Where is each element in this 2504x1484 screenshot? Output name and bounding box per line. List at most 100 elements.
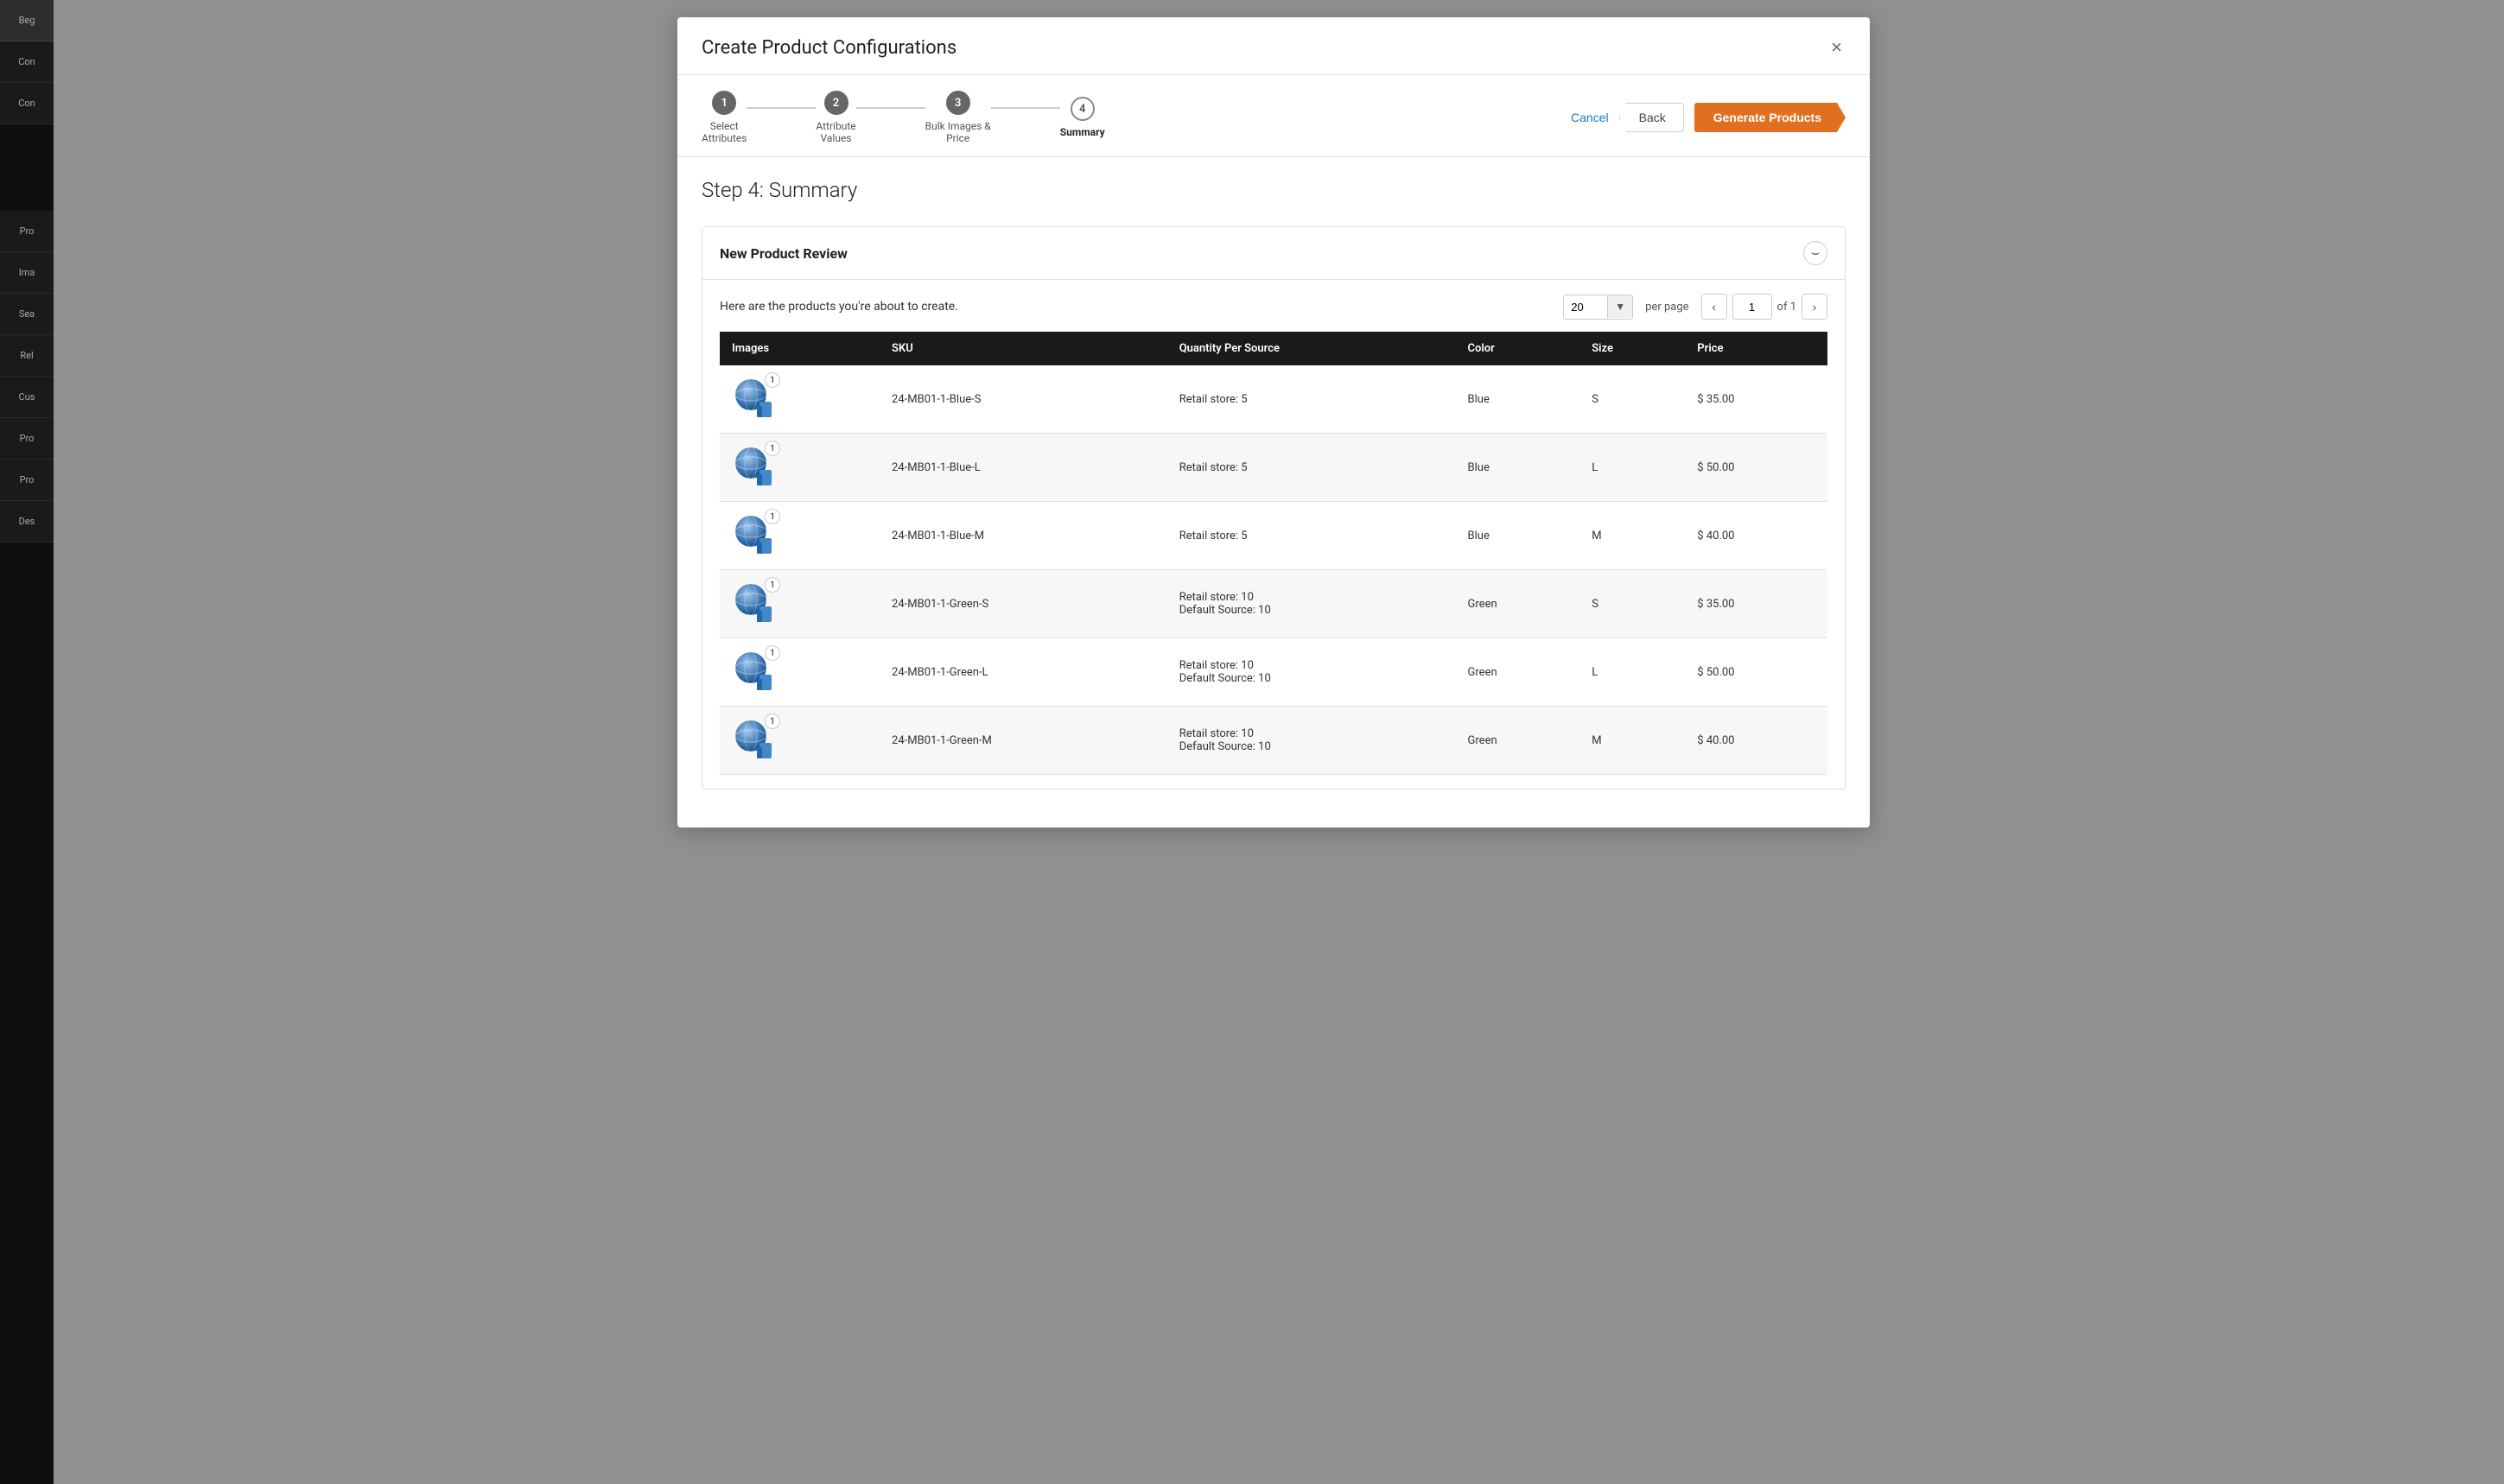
cell-color: Green [1456,707,1580,775]
sidebar-item[interactable]: Beg [0,0,54,41]
product-img-wrapper: 1 [732,376,777,421]
image-badge: 1 [765,509,780,524]
col-header-price: Price [1685,332,1827,365]
per-page-dropdown[interactable]: 20 50 100 [1564,295,1607,319]
wizard-step-1: 1 SelectAttributes [702,91,747,144]
table-row: 124-MB01-1-Blue-LRetail store: 5BlueL$ 5… [720,434,1827,502]
table-row: 124-MB01-1-Green-SRetail store: 10 Defau… [720,570,1827,638]
wizard-step-2: 2 AttributeValues [816,91,855,144]
cell-qty: Retail store: 5 [1167,502,1456,570]
step-label-4: Summary [1060,126,1105,138]
sidebar-item[interactable]: Rel [0,335,54,377]
prev-page-button[interactable]: ‹ [1701,294,1727,320]
cell-price: $ 35.00 [1685,570,1827,638]
cell-qty: Retail store: 10 Default Source: 10 [1167,638,1456,707]
table-header-row: Images SKU Quantity Per Source Color Siz… [720,332,1827,365]
per-page-label: per page [1638,301,1695,314]
cell-size: S [1579,570,1685,638]
step-heading: Step 4: Summary [702,178,1846,202]
step-connector-2 [856,107,925,109]
step-circle-2: 2 [824,91,848,115]
products-table: Images SKU Quantity Per Source Color Siz… [720,332,1827,775]
image-badge: 1 [765,713,780,729]
step-label-2: AttributeValues [816,120,855,144]
page-input[interactable] [1732,294,1772,320]
panel-body: Here are the products you're about to cr… [702,280,1845,789]
per-page-select[interactable]: 20 50 100 ▼ [1563,295,1633,320]
collapse-button[interactable]: ⌣ [1803,241,1827,265]
sidebar-nav: Beg Con Con Pro Ima Sea Rel Cus Pro Pro … [0,0,54,542]
cell-size: M [1579,707,1685,775]
table-row: 1 24-MB01-1-Green-MRetail store: 10 Defau… [720,707,1827,775]
image-badge: 1 [765,577,780,593]
sidebar-item[interactable]: Pro [0,418,54,460]
cell-sku: 24-MB01-1-Blue-M [880,502,1167,570]
col-header-size: Size [1579,332,1685,365]
cell-image: 1 [720,638,880,707]
table-row: 124-MB01-1-Blue-MRetail store: 5BlueM$ 4… [720,502,1827,570]
sidebar-item[interactable]: Pro [0,211,54,252]
cell-sku: 24-MB01-1-Green-S [880,570,1167,638]
cell-qty: Retail store: 5 [1167,434,1456,502]
col-header-images: Images [720,332,880,365]
table-controls: Here are the products you're about to cr… [720,294,1827,320]
pagination-controls: 20 50 100 ▼ per page ‹ of 1 › [1563,294,1827,320]
cell-size: L [1579,434,1685,502]
cell-image: 1 [720,434,880,502]
cell-size: L [1579,638,1685,707]
cell-sku: 24-MB01-1-Green-M [880,707,1167,775]
modal-body: Step 4: Summary New Product Review ⌣ Her… [677,157,1870,828]
cell-qty: Retail store: 5 [1167,365,1456,434]
cell-image: 1 [720,502,880,570]
cell-color: Blue [1456,502,1580,570]
next-page-button[interactable]: › [1802,294,1827,320]
back-button[interactable]: Back [1619,103,1684,132]
step-circle-1: 1 [712,91,736,115]
panel-header: New Product Review ⌣ [702,227,1845,280]
cell-color: Green [1456,570,1580,638]
cell-sku: 24-MB01-1-Green-L [880,638,1167,707]
image-badge: 1 [765,372,780,388]
image-badge: 1 [765,645,780,661]
cell-image: 1 [720,570,880,638]
col-header-sku: SKU [880,332,1167,365]
generate-products-button[interactable]: Generate Products [1694,103,1846,132]
wizard-step-4: 4 Summary [1060,97,1105,138]
new-product-review-panel: New Product Review ⌣ Here are the produc… [702,226,1846,790]
product-img-wrapper: 1 [732,717,777,762]
close-button[interactable]: × [1827,35,1846,60]
modal-header: Create Product Configurations × [677,17,1870,75]
sidebar-item[interactable]: Des [0,501,54,542]
table-description: Here are the products you're about to cr… [720,300,958,314]
cell-price: $ 50.00 [1685,638,1827,707]
sidebar-item[interactable]: Sea [0,294,54,335]
product-img-wrapper: 1 [732,512,777,557]
cell-image: 1 [720,707,880,775]
sidebar-item[interactable]: Pro [0,460,54,501]
cell-color: Blue [1456,434,1580,502]
cancel-button[interactable]: Cancel [1571,111,1609,124]
sidebar-item[interactable]: Ima [0,252,54,294]
wizard-step-3: 3 Bulk Images &Price [925,91,991,144]
step-connector-3 [991,107,1060,109]
cell-image: 1 [720,365,880,434]
modal-backdrop: Create Product Configurations × 1 Select… [0,0,2504,1484]
sidebar-item[interactable]: Con [0,41,54,83]
step-connector-1 [747,107,816,109]
sidebar-spacer [0,124,54,211]
sidebar-item[interactable]: Con [0,83,54,124]
modal-container: Create Product Configurations × 1 Select… [677,17,1870,828]
step-label-3: Bulk Images &Price [925,120,991,144]
page-of-label: of 1 [1777,301,1796,314]
modal-title: Create Product Configurations [702,37,956,59]
cell-size: S [1579,365,1685,434]
cell-price: $ 35.00 [1685,365,1827,434]
cell-color: Green [1456,638,1580,707]
wizard-bar: 1 SelectAttributes 2 AttributeValues 3 B… [677,75,1870,157]
step-label-1: SelectAttributes [702,120,747,144]
step-circle-3: 3 [946,91,970,115]
table-row: 124-MB01-1-Blue-SRetail store: 5BlueS$ 3… [720,365,1827,434]
cell-qty: Retail store: 10 Default Source: 10 [1167,707,1456,775]
sidebar-item[interactable]: Cus [0,377,54,418]
cell-price: $ 50.00 [1685,434,1827,502]
